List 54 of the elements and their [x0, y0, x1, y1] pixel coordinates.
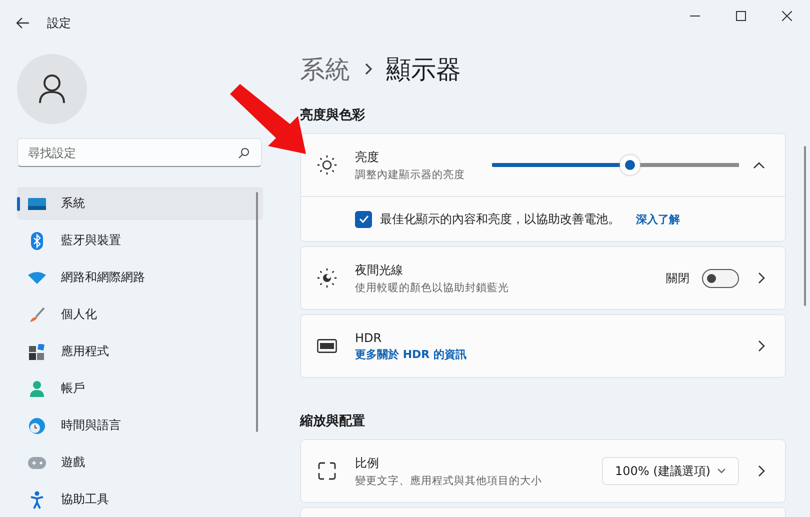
section-heading: 縮放與配置 — [300, 412, 366, 430]
setting-description: 使用較暖的顏色以協助封鎖藍光 — [355, 280, 510, 294]
checkbox-label: 最佳化顯示的內容和亮度，以協助改善電池。 — [380, 210, 620, 228]
person-icon — [30, 380, 44, 396]
search-field[interactable]: 尋找設定 — [17, 138, 262, 167]
window-title: 設定 — [47, 14, 71, 32]
setting-title: 比例 — [355, 454, 380, 472]
sidebar-item[interactable]: 時間與語言 — [17, 409, 263, 442]
setting-title: 夜間光線 — [355, 262, 404, 278]
back-arrow-icon[interactable] — [16, 16, 30, 30]
checkbox[interactable] — [355, 210, 372, 228]
sidebar-item[interactable]: 個人化 — [17, 298, 263, 331]
slider-thumb[interactable] — [620, 155, 640, 175]
accessibility-icon — [30, 490, 44, 508]
gamepad-icon — [28, 456, 46, 468]
section-heading: 亮度與色彩 — [300, 106, 366, 124]
checkmark-icon — [358, 215, 368, 223]
scale-dropdown[interactable]: 100% (建議選項) — [602, 457, 739, 485]
sidebar-item[interactable]: 帳戶 — [17, 372, 263, 405]
setting-description: 調整內建顯示器的亮度 — [355, 168, 466, 182]
sidebar-item[interactable]: 遊戲 — [17, 446, 263, 479]
chevron-right-icon — [757, 272, 765, 284]
info-link[interactable]: 更多關於 HDR 的資訊 — [355, 346, 757, 362]
sidebar-item[interactable]: 協助工具 — [17, 483, 263, 516]
clock-globe-icon — [29, 418, 45, 434]
setting-title: 亮度 — [355, 148, 380, 166]
sun-icon — [317, 155, 337, 175]
apps-icon — [29, 344, 45, 360]
monitor-icon — [28, 198, 46, 210]
sidebar-item[interactable]: 系統 — [17, 187, 263, 220]
scale-icon — [318, 462, 336, 480]
hdr-icon — [317, 339, 337, 353]
search-icon[interactable] — [238, 147, 250, 159]
maximize-icon — [736, 11, 746, 21]
sidebar-item[interactable]: 應用程式 — [17, 335, 263, 368]
setting-title: HDR — [355, 330, 383, 344]
page-title: 顯示器 — [386, 54, 461, 86]
night-sun-icon — [317, 268, 337, 288]
sidebar-item[interactable]: 網路和網際網路 — [17, 261, 263, 294]
sidebar-item[interactable]: 藍牙與裝置 — [17, 224, 263, 257]
chevron-right-icon — [364, 63, 372, 75]
wifi-icon — [28, 272, 46, 284]
chevron-up-icon[interactable] — [753, 161, 765, 169]
learn-more-link[interactable]: 深入了解 — [636, 212, 680, 226]
setting-description: 變更文字、應用程式與其他項目的大小 — [355, 474, 543, 488]
chevron-right-icon — [757, 340, 765, 352]
chevron-down-icon — [717, 468, 726, 474]
toggle-state-label: 關閉 — [666, 270, 690, 286]
chevron-right-icon — [757, 465, 765, 477]
close-icon — [782, 11, 792, 21]
breadcrumb-parent[interactable]: 系統 — [300, 52, 350, 86]
brush-icon — [29, 306, 45, 322]
bluetooth-icon — [31, 232, 43, 250]
toggle-switch[interactable] — [702, 268, 739, 288]
